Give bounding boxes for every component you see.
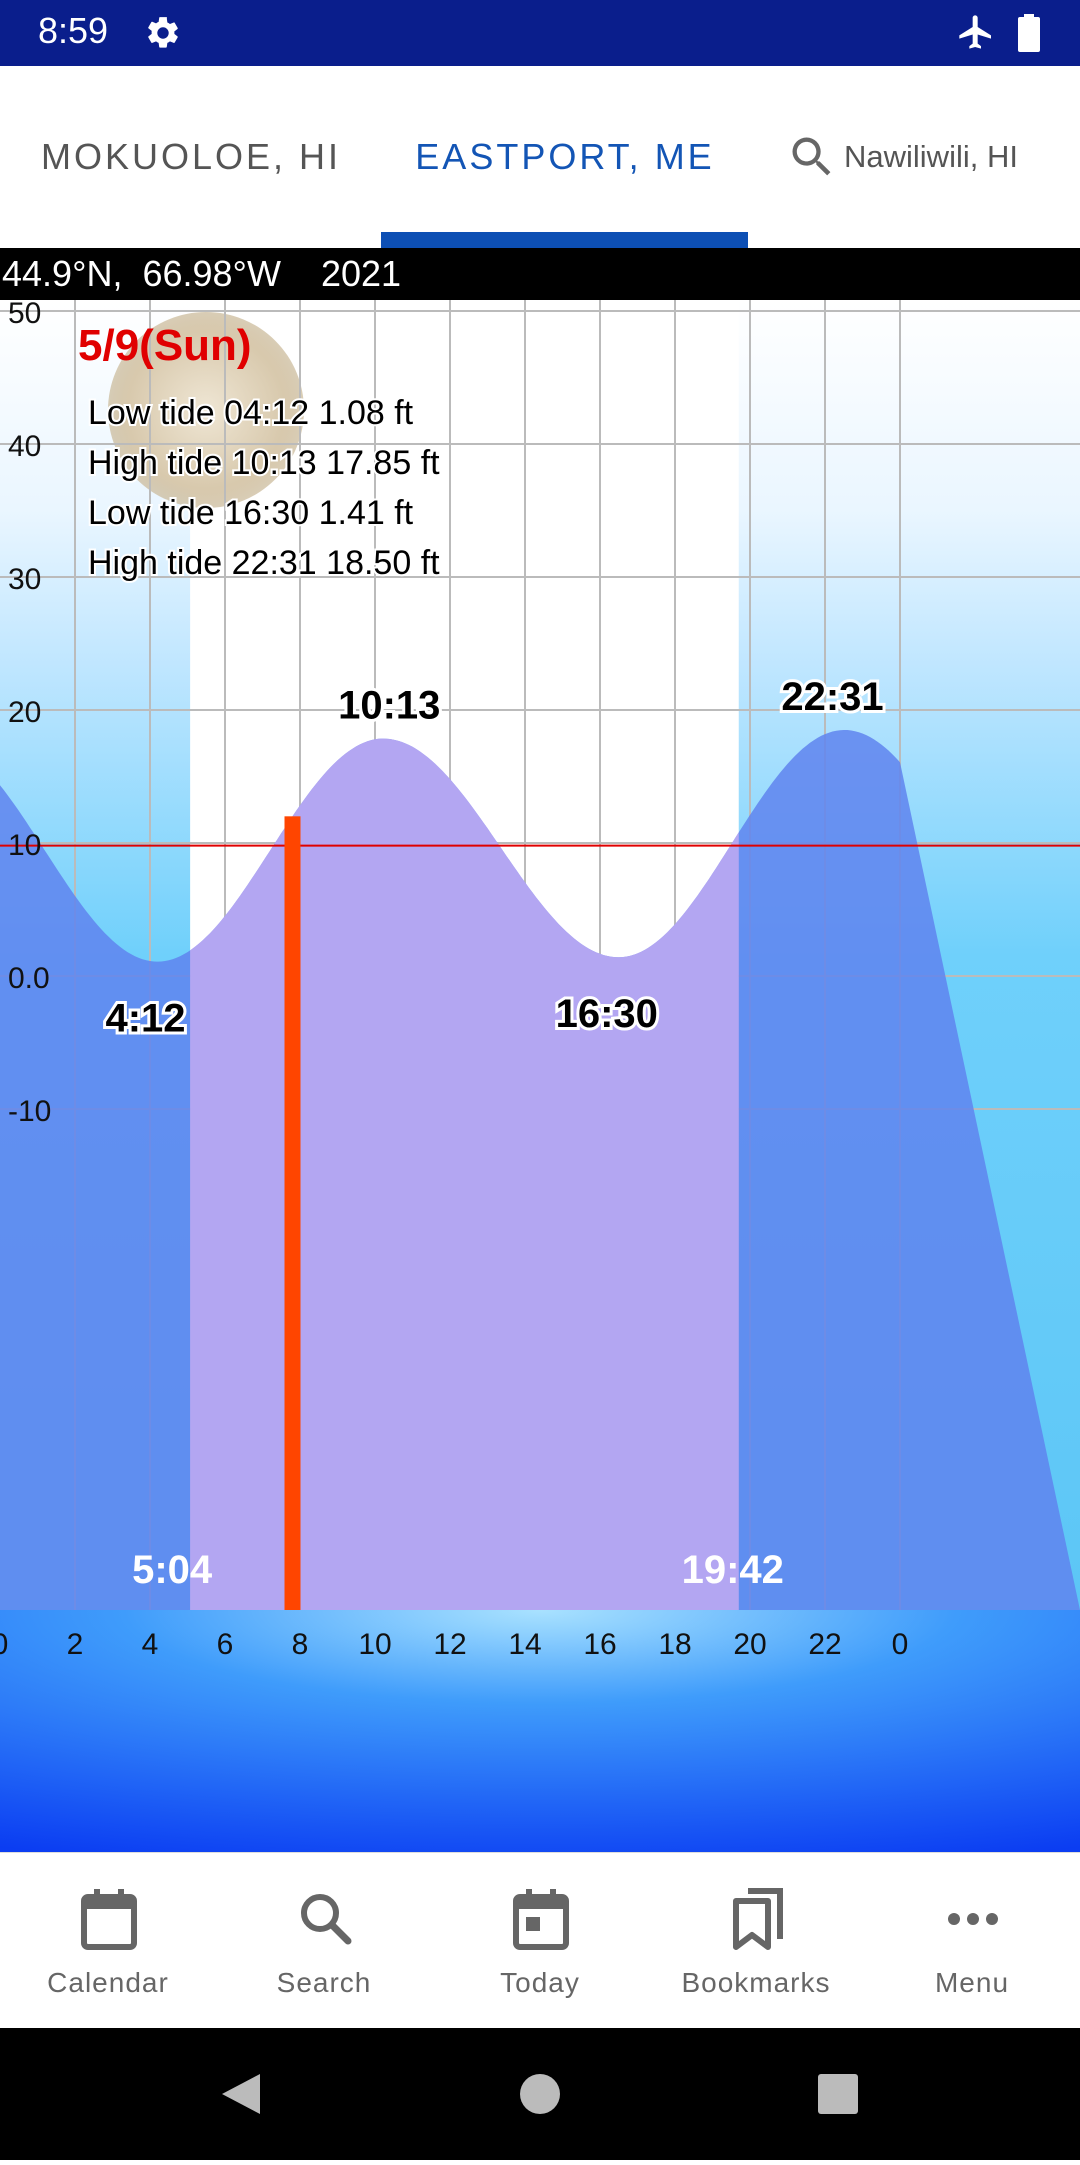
status-time: 8:59 <box>38 10 109 51</box>
x-tick-label: 0 <box>892 1628 909 1661</box>
calendar-icon <box>81 1889 137 1950</box>
airplane-mode-icon <box>959 15 991 49</box>
tide-event-row: High tide 10:13 17.85 ft <box>88 444 440 482</box>
nav-bookmarks[interactable]: Bookmarks <box>648 1853 864 2029</box>
status-bar: 8:59 <box>0 0 1080 66</box>
y-tick-label: 50 <box>8 300 41 330</box>
back-button[interactable] <box>222 2074 260 2114</box>
bookmarks-icon <box>733 1888 783 1950</box>
location-tab-bar: MOKUOLOE, HI EASTPORT, ME Nawiliwili, HI <box>0 66 1080 248</box>
battery-icon <box>1018 14 1040 52</box>
tide-event-row: High tide 22:31 18.50 ft <box>88 544 440 582</box>
year-text: 2021 <box>320 253 402 294</box>
nav-search[interactable]: Search <box>216 1853 432 2029</box>
bottom-navigation: Calendar Search Today Bookmarks Menu <box>0 1852 1080 2029</box>
selected-tab-indicator <box>381 232 748 248</box>
x-tick-label: 16 <box>583 1628 616 1661</box>
x-tick-label: 12 <box>433 1628 466 1661</box>
nav-calendar[interactable]: Calendar <box>0 1853 216 2029</box>
tide-extreme-label: 22:31 <box>781 675 883 719</box>
x-tick-label: 20 <box>733 1628 766 1661</box>
x-tick-label: 6 <box>217 1628 234 1661</box>
search-icon <box>792 137 831 176</box>
tide-extreme-label: 16:30 <box>556 992 658 1036</box>
x-tick-label: 10 <box>358 1628 391 1661</box>
nav-today[interactable]: Today <box>432 1853 648 2029</box>
tide-event-row: Low tide 04:12 1.08 ft <box>88 394 414 432</box>
x-tick-label: 2 <box>67 1628 84 1661</box>
tide-event-row: Low tide 16:30 1.41 ft <box>88 494 414 532</box>
y-tick-label: 10 <box>8 829 41 862</box>
x-tick-label: 22 <box>808 1628 841 1661</box>
sunset-label: 19:42 <box>682 1548 784 1592</box>
y-tick-label: 0.0 <box>8 962 50 995</box>
nav-calendar-label: Calendar <box>47 1967 169 1998</box>
date-label: 5/9(Sun) <box>78 321 252 370</box>
sunrise-label: 5:04 <box>132 1548 213 1592</box>
search-location-label: Nawiliwili, HI <box>844 139 1018 174</box>
tide-extreme-label: 4:12 <box>105 997 185 1041</box>
more-horizontal-icon <box>948 1913 998 1925</box>
nav-bookmarks-label: Bookmarks <box>681 1967 831 1998</box>
current-time-marker <box>284 816 301 1610</box>
tide-extreme-label: 10:13 <box>338 684 440 728</box>
coordinates-text: 44.9°N, 66.98°W <box>2 253 281 294</box>
x-tick-label: 0 <box>0 1628 8 1661</box>
x-tick-label: 14 <box>508 1628 541 1661</box>
tab-search[interactable]: Nawiliwili, HI <box>760 66 1080 248</box>
y-tick-label: 40 <box>8 430 41 463</box>
search-icon <box>301 1894 352 1945</box>
x-tick-label: 18 <box>658 1628 691 1661</box>
nav-search-label: Search <box>276 1967 372 1998</box>
y-tick-label: 30 <box>8 563 41 596</box>
home-button[interactable] <box>520 2074 560 2114</box>
tab-eastport[interactable]: EASTPORT, ME <box>382 66 748 248</box>
location-info-bar: 44.9°N, 66.98°W 2021 <box>0 248 1080 300</box>
recents-button[interactable] <box>818 2074 858 2114</box>
y-tick-label: -10 <box>8 1095 51 1128</box>
system-navigation-bar <box>0 2028 1080 2160</box>
y-tick-label: 20 <box>8 696 41 729</box>
nav-today-label: Today <box>500 1967 580 1998</box>
tab-mokuoloe[interactable]: MOKUOLOE, HI <box>0 66 382 248</box>
tide-chart[interactable]: 50 40 30 20 10 0.0 -10 0 2 4 6 8 10 12 14 16 18 20 22 0 4:… <box>0 300 1080 1852</box>
tide-chart-svg: 50 40 30 20 10 0.0 -10 0 2 4 6 8 10 12 14 16 18 20 22 0 4:… <box>0 300 1080 1852</box>
nav-menu[interactable]: Menu <box>864 1853 1080 2029</box>
x-tick-label: 4 <box>142 1628 159 1661</box>
nav-menu-label: Menu <box>934 1967 1010 1998</box>
settings-icon <box>148 17 178 48</box>
today-icon <box>513 1889 569 1950</box>
x-tick-label: 8 <box>292 1628 309 1661</box>
